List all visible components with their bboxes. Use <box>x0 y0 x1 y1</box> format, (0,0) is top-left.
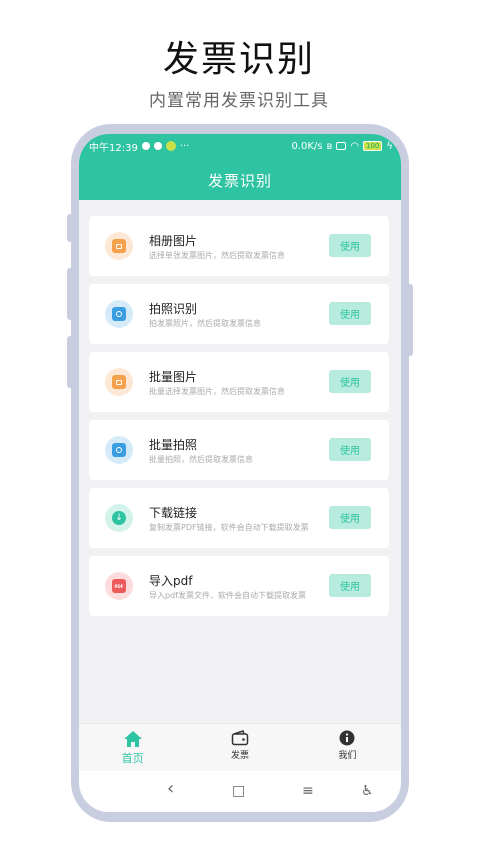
photo-icon <box>105 368 133 396</box>
feature-name: 批量拍照 <box>149 438 198 452</box>
network-speed: 0.0K/s <box>291 140 323 152</box>
feature-desc: 批量选择发票图片，然后提取发票信息 <box>149 387 285 396</box>
feature-card-batch-camera[interactable]: 批量拍照 批量拍照，然后提取发票信息 使用 <box>89 420 389 480</box>
charging-icon: ϟ <box>386 140 393 152</box>
bottom-tab-bar: 首页 发票 我们 <box>79 723 401 771</box>
notification-icon <box>153 142 162 150</box>
feature-desc: 导入pdf发票文件，软件会自动下载提取发票 <box>149 591 306 600</box>
feature-name: 导入pdf <box>149 574 193 588</box>
pdf-icon: PDF <box>105 572 133 600</box>
tab-invoice[interactable]: 发票 <box>186 724 293 771</box>
notification-icon <box>141 142 150 150</box>
volume-up-button <box>67 268 73 320</box>
feature-name: 批量图片 <box>149 370 198 384</box>
volume-button <box>67 214 73 242</box>
feature-card-album[interactable]: 相册图片 选择单张发票图片，然后提取发票信息 使用 <box>89 216 389 276</box>
feature-card-camera[interactable]: 拍照识别 拍发票照片，然后提取发票信息 使用 <box>89 284 389 344</box>
volume-down-button <box>67 336 73 388</box>
feature-card-batch-album[interactable]: 批量图片 批量选择发票图片，然后提取发票信息 使用 <box>89 352 389 412</box>
system-nav-bar: ‹ □ ≡ ♿ <box>79 771 401 812</box>
wifi-icon: ◠ <box>350 140 360 152</box>
home-button-icon[interactable]: □ <box>232 783 245 799</box>
photo-icon <box>105 232 133 260</box>
use-button[interactable]: 使用 <box>329 506 371 529</box>
app-header: 中午12:39 ··· 0.0K/s ʙ ◠ 100 ϟ 发票识别 <box>79 134 401 200</box>
feature-desc: 选择单张发票图片，然后提取发票信息 <box>149 251 285 260</box>
download-icon: ↓ <box>105 504 133 532</box>
use-button[interactable]: 使用 <box>329 574 371 597</box>
camera-icon <box>105 300 133 328</box>
back-icon[interactable]: ‹ <box>167 778 174 799</box>
page-title: 发票识别 <box>207 172 272 190</box>
tab-label: 首页 <box>121 752 144 765</box>
use-button[interactable]: 使用 <box>329 370 371 393</box>
use-button[interactable]: 使用 <box>329 234 371 257</box>
phone-screen: 中午12:39 ··· 0.0K/s ʙ ◠ 100 ϟ 发票识别 相册图片 选… <box>79 134 401 812</box>
feature-card-import-pdf[interactable]: PDF 导入pdf 导入pdf发票文件，软件会自动下载提取发票 使用 <box>89 556 389 616</box>
feature-desc: 复制发票PDF链接，软件会自动下载提取发票 <box>149 523 309 532</box>
feature-desc: 批量拍照，然后提取发票信息 <box>149 455 253 464</box>
camera-icon <box>105 436 133 464</box>
tab-label: 我们 <box>338 751 357 761</box>
feature-desc: 拍发票照片，然后提取发票信息 <box>149 319 261 328</box>
menu-icon[interactable]: ≡ <box>302 783 314 799</box>
app-notification-icon <box>165 141 176 151</box>
bluetooth-icon: ʙ <box>326 140 333 152</box>
info-icon <box>339 730 355 746</box>
use-button[interactable]: 使用 <box>329 438 371 461</box>
feature-card-download-link[interactable]: ↓ 下载链接 复制发票PDF链接，软件会自动下载提取发票 使用 <box>89 488 389 548</box>
feature-name: 相册图片 <box>149 234 198 248</box>
battery-icon: 100 <box>363 141 383 151</box>
sim-icon <box>336 142 347 150</box>
power-button <box>407 284 413 356</box>
feature-name: 拍照识别 <box>149 302 198 316</box>
feature-name: 下载链接 <box>149 506 198 520</box>
tab-home[interactable]: 首页 <box>79 724 186 771</box>
accessibility-icon[interactable]: ♿ <box>361 783 374 799</box>
promo-subtitle: 内置常用发票识别工具 <box>149 91 329 111</box>
feature-list: 相册图片 选择单张发票图片，然后提取发票信息 使用 拍照识别 拍发票照片，然后提… <box>89 216 389 624</box>
more-notifications-icon: ··· <box>179 140 190 152</box>
tab-label: 发票 <box>230 751 249 761</box>
status-bar: 中午12:39 ··· 0.0K/s ʙ ◠ 100 ϟ <box>89 138 393 154</box>
promo-title: 发票识别 <box>162 39 315 80</box>
use-button[interactable]: 使用 <box>329 302 371 325</box>
status-time: 中午12:39 <box>89 142 138 154</box>
tab-about[interactable]: 我们 <box>294 724 401 771</box>
home-icon <box>123 731 142 747</box>
wallet-icon <box>231 730 249 746</box>
